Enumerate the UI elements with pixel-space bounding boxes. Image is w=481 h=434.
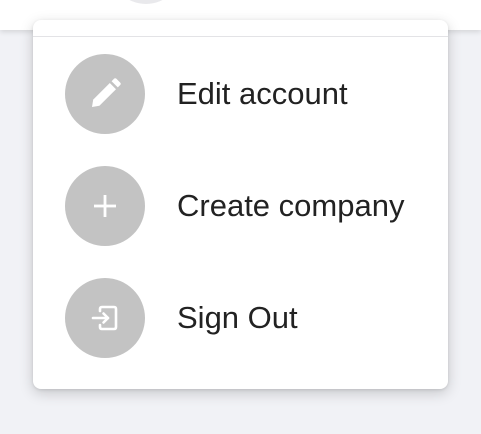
create-company-menu-item[interactable]: Create company [33, 154, 448, 258]
sign-out-label: Sign Out [177, 300, 298, 335]
edit-account-label: Edit account [177, 76, 348, 111]
menu-divider [33, 36, 448, 37]
sign-out-icon [91, 305, 118, 331]
plus-icon [94, 195, 116, 217]
create-company-label: Create company [177, 188, 405, 223]
create-company-icon-circle [65, 166, 145, 246]
edit-account-icon-circle [65, 54, 145, 134]
account-dropdown-menu: Edit account Create company Sign Out [33, 20, 448, 389]
sign-out-icon-circle [65, 278, 145, 358]
avatar[interactable] [110, 0, 182, 4]
edit-account-menu-item[interactable]: Edit account [33, 42, 448, 146]
sign-out-menu-item[interactable]: Sign Out [33, 266, 448, 370]
pencil-icon [92, 78, 121, 107]
